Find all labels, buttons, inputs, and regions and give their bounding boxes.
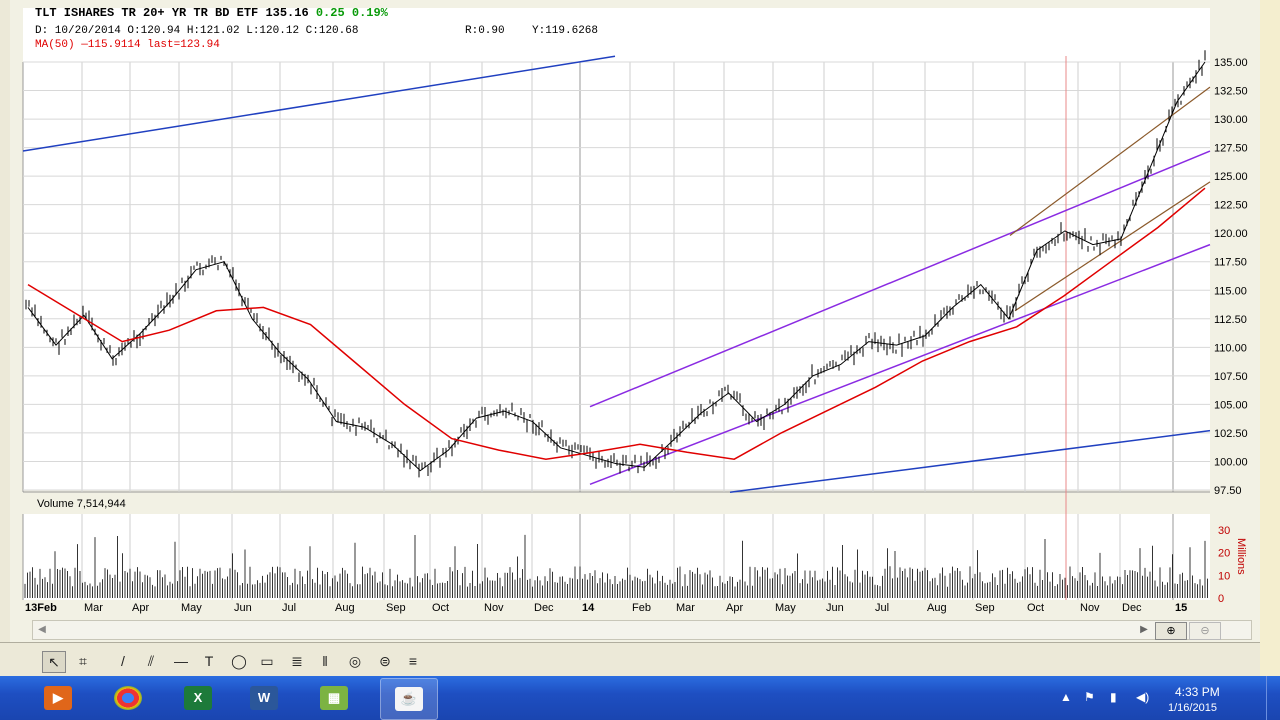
rectangle-icon[interactable]: ▭ bbox=[256, 651, 278, 671]
java-icon: ☕ bbox=[395, 687, 423, 711]
volume-panel bbox=[23, 514, 1210, 600]
x-tick-label: Apr bbox=[726, 602, 743, 614]
volume-tick-label: 0 bbox=[1218, 593, 1224, 605]
clock-date[interactable]: 1/16/2015 bbox=[1168, 702, 1217, 714]
y-tick-label: 132.50 bbox=[1214, 86, 1248, 98]
taskbar-java[interactable]: ☕ bbox=[380, 678, 438, 720]
x-tick-label: Oct bbox=[1027, 602, 1044, 614]
show-hidden-icon[interactable]: ▲ bbox=[1060, 690, 1072, 704]
clock-time[interactable]: 4:33 PM bbox=[1175, 685, 1220, 699]
x-tick-label: Feb bbox=[632, 602, 651, 614]
change-pct: 0.19% bbox=[351, 6, 388, 20]
y-tick-label: 122.50 bbox=[1214, 200, 1248, 212]
x-tick-label: Sep bbox=[386, 602, 406, 614]
taskbar-word[interactable]: W bbox=[236, 678, 292, 718]
horizontal-scrollbar[interactable]: ◀ ▶ ⊕ ⊖ bbox=[32, 620, 1252, 640]
y-tick-label: 125.00 bbox=[1214, 171, 1248, 183]
cycle-icon[interactable]: ◎ bbox=[344, 651, 366, 671]
volume-tick-label: 30 bbox=[1218, 525, 1230, 537]
network-icon[interactable]: ▮ bbox=[1110, 690, 1117, 704]
x-tick-label: Jun bbox=[234, 602, 252, 614]
symbol-header: TLT ISHARES TR 20+ YR TR BD ETF 135.16 0… bbox=[35, 6, 388, 20]
app-icon: ▦ bbox=[320, 686, 348, 710]
x-tick-label: Jul bbox=[875, 602, 889, 614]
x-tick-label: 13Feb bbox=[25, 602, 57, 614]
volume-label: Volume 7,514,944 bbox=[37, 498, 126, 510]
volume-tick-label: 20 bbox=[1218, 548, 1230, 560]
x-tick-label: 15 bbox=[1175, 602, 1187, 614]
system-tray: ▲ ⚑ ▮ ◀) bbox=[1050, 676, 1280, 720]
x-tick-label: Aug bbox=[927, 602, 947, 614]
y-tick-label: 105.00 bbox=[1214, 399, 1248, 411]
text-icon[interactable]: T bbox=[198, 651, 220, 671]
y-tick-label: 110.00 bbox=[1214, 342, 1247, 354]
zoom-in-icon[interactable]: ⊕ bbox=[1155, 622, 1187, 640]
parallel-lines-icon[interactable]: ⫽ bbox=[140, 651, 162, 671]
pen-icon[interactable]: / bbox=[112, 651, 134, 671]
show-desktop-button[interactable] bbox=[1266, 676, 1280, 720]
taskbar: ▶ X W ▦ ☕ ▲ ⚑ ▮ ◀) 4:33 PM 1/16/2015 bbox=[0, 676, 1280, 720]
volume-icon[interactable]: ◀) bbox=[1136, 690, 1149, 704]
y-tick-label: 100.00 bbox=[1214, 456, 1248, 468]
scroll-right-icon[interactable]: ▶ bbox=[1137, 623, 1151, 637]
excel-icon: X bbox=[184, 686, 212, 710]
ma-legend: MA(50) —115.9114 last=123.94 bbox=[35, 39, 220, 51]
drawing-toolbar: ↖ ⌗ / ⫽ — T ◯ ▭ ≣ ‖ ◎ ⊜ ≡ bbox=[0, 642, 1260, 677]
y-tick-label: 107.50 bbox=[1214, 371, 1248, 383]
flag-icon[interactable]: ⚑ bbox=[1084, 690, 1095, 704]
y-tick-label: 97.50 bbox=[1214, 485, 1242, 497]
y-tick-label: 115.00 bbox=[1214, 285, 1247, 297]
x-tick-label: Aug bbox=[335, 602, 355, 614]
right-scroll-strip bbox=[1260, 0, 1280, 676]
x-tick-label: Jun bbox=[826, 602, 844, 614]
x-tick-label: Jul bbox=[282, 602, 296, 614]
taskbar-media-player[interactable]: ▶ bbox=[30, 678, 86, 718]
x-tick-label: Sep bbox=[975, 602, 995, 614]
y-tick-label: 120.00 bbox=[1214, 228, 1248, 240]
ellipse-icon[interactable]: ◯ bbox=[228, 651, 250, 671]
r-value: R:0.90 bbox=[465, 25, 505, 37]
y-tick-label: 102.50 bbox=[1214, 428, 1248, 440]
x-tick-label: 14 bbox=[582, 602, 595, 614]
gann-icon[interactable]: ‖ bbox=[314, 651, 336, 671]
cycle-alt-icon[interactable]: ⊜ bbox=[374, 651, 396, 671]
x-tick-label: Nov bbox=[1080, 602, 1100, 614]
taskbar-chrome[interactable] bbox=[100, 678, 156, 718]
scroll-left-icon[interactable]: ◀ bbox=[35, 623, 49, 637]
taskbar-excel[interactable]: X bbox=[170, 678, 226, 718]
pointer-icon[interactable]: ↖ bbox=[42, 651, 66, 673]
x-tick-label: Mar bbox=[676, 602, 695, 614]
horizontal-line-icon[interactable]: — bbox=[170, 651, 192, 671]
volume-unit-label: Millions bbox=[1235, 538, 1247, 575]
volume-tick-label: 10 bbox=[1218, 570, 1230, 582]
word-icon: W bbox=[250, 686, 278, 710]
x-tick-label: Dec bbox=[534, 602, 554, 614]
x-tick-label: Mar bbox=[84, 602, 103, 614]
zoom-out-icon[interactable]: ⊖ bbox=[1189, 622, 1221, 640]
y-tick-label: 135.00 bbox=[1214, 57, 1248, 69]
chart-window[interactable]: 135.00 132.50 130.00 127.50 125.00 122.50 120.… bbox=[10, 0, 1260, 642]
media-player-icon: ▶ bbox=[44, 686, 72, 710]
y-tick-label: 127.50 bbox=[1214, 143, 1248, 155]
x-tick-label: Apr bbox=[132, 602, 149, 614]
change-value: 0.25 bbox=[315, 6, 345, 20]
x-tick-label: Dec bbox=[1122, 602, 1142, 614]
price-panel bbox=[23, 8, 1210, 490]
price-chart[interactable]: 135.00 132.50 130.00 127.50 125.00 122.50 120.… bbox=[10, 0, 1260, 642]
crosshair-icon[interactable]: ⌗ bbox=[72, 651, 94, 671]
x-tick-label: Oct bbox=[432, 602, 449, 614]
list-icon[interactable]: ≡ bbox=[402, 651, 424, 671]
chrome-icon bbox=[114, 686, 142, 710]
y-value: Y:119.6268 bbox=[532, 25, 599, 37]
y-tick-label: 130.00 bbox=[1214, 114, 1248, 126]
symbol-line: TLT ISHARES TR 20+ YR TR BD ETF 135.16 bbox=[35, 6, 309, 20]
x-tick-label: May bbox=[181, 602, 202, 614]
x-tick-label: May bbox=[775, 602, 796, 614]
fibonacci-icon[interactable]: ≣ bbox=[286, 651, 308, 671]
y-tick-label: 117.50 bbox=[1214, 257, 1247, 269]
x-tick-label: Nov bbox=[484, 602, 504, 614]
taskbar-app[interactable]: ▦ bbox=[306, 678, 362, 718]
ohlc-line: D: 10/20/2014 O:120.94 H:121.02 L:120.12… bbox=[35, 25, 359, 37]
y-tick-label: 112.50 bbox=[1214, 314, 1247, 326]
